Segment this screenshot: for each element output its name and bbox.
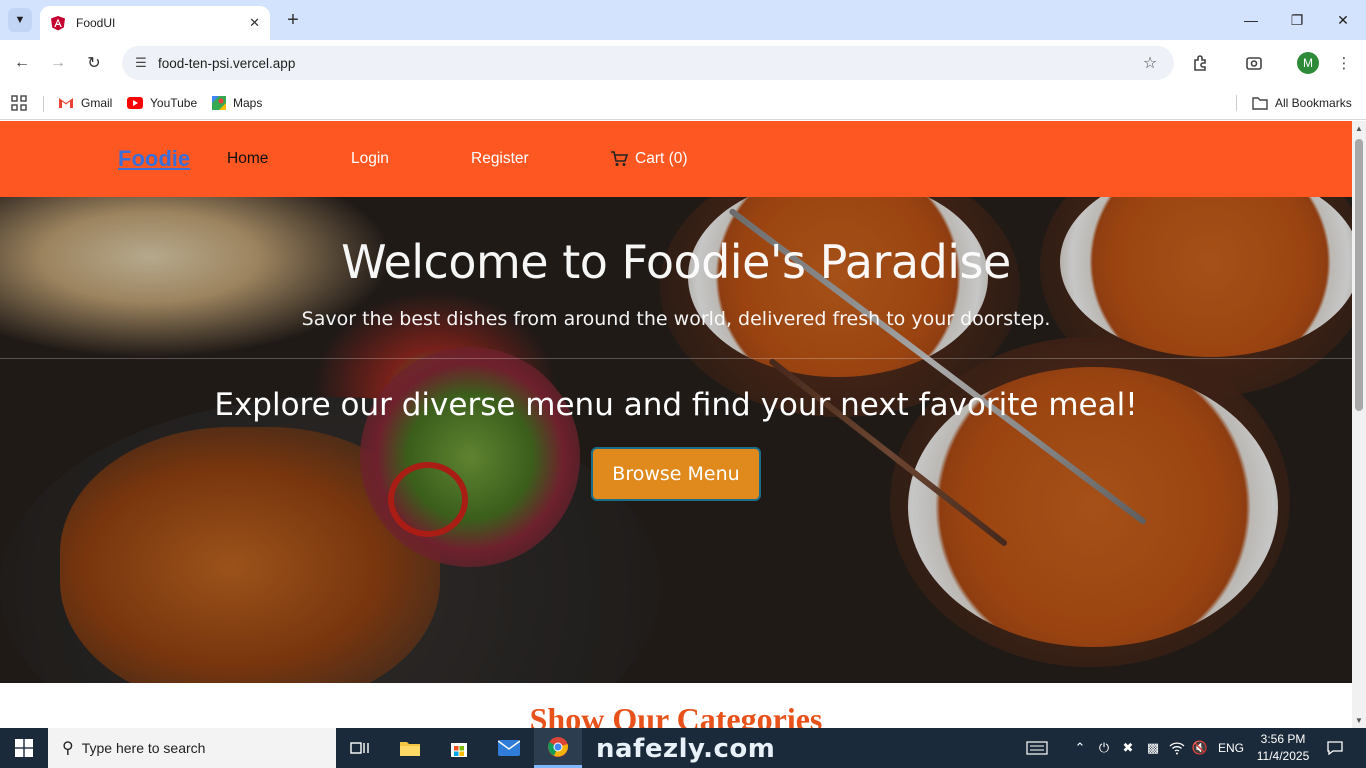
page-viewport: Foodie Home Login Register Cart (0) Welc… — [0, 121, 1352, 728]
address-bar[interactable]: ☰ food-ten-psi.vercel.app ☆ — [122, 46, 1174, 80]
mail-icon[interactable] — [485, 728, 533, 768]
clock-date: 11/4/2025 — [1256, 749, 1310, 763]
bookmark-divider — [1236, 93, 1237, 113]
language-indicator[interactable]: ENG — [1214, 728, 1248, 768]
bookmark-label: Gmail — [81, 96, 113, 110]
hero-divider — [0, 358, 1352, 359]
bookmark-star-icon[interactable]: ☆ — [1138, 53, 1162, 73]
url-text[interactable]: food-ten-psi.vercel.app — [158, 56, 1138, 71]
cart-icon — [610, 151, 628, 167]
nav-home-link[interactable]: Home — [227, 150, 268, 168]
bookmark-youtube[interactable]: YouTube — [127, 93, 197, 113]
chrome-taskbar-icon[interactable] — [534, 728, 582, 768]
all-bookmarks[interactable]: All Bookmarks — [1252, 93, 1352, 113]
page-scrollbar[interactable]: ▲ ▼ — [1352, 121, 1366, 728]
angular-favicon-icon — [51, 16, 65, 31]
input-method-icon[interactable]: ✖ — [1118, 728, 1138, 768]
windows-start-icon[interactable] — [0, 728, 48, 768]
cart-label: Cart (0) — [635, 150, 688, 167]
task-view-icon[interactable] — [336, 728, 384, 768]
hero-subtitle: Savor the best dishes from around the wo… — [301, 308, 1051, 330]
wifi-icon[interactable] — [1166, 728, 1188, 768]
bookmarks-divider — [43, 96, 44, 112]
window-close-icon[interactable]: ✕ — [1320, 0, 1366, 40]
forward-icon[interactable]: → — [46, 51, 70, 75]
all-bookmarks-label: All Bookmarks — [1275, 96, 1352, 110]
hero-title: Welcome to Foodie's Paradise — [341, 235, 1011, 289]
tab-search-icon[interactable]: ▼ — [8, 8, 32, 32]
hero-banner: Welcome to Foodie's Paradise Savor the b… — [0, 197, 1352, 683]
clock-time: 3:56 PM — [1260, 732, 1306, 746]
new-tab-icon[interactable]: + — [282, 8, 304, 32]
taskbar-search-placeholder: Type here to search — [81, 740, 206, 756]
show-hidden-icons-icon[interactable]: ⌃ — [1070, 728, 1090, 768]
notifications-icon[interactable] — [1320, 728, 1350, 768]
youtube-icon — [127, 97, 143, 109]
bookmark-gmail[interactable]: Gmail — [58, 93, 112, 113]
reload-icon[interactable]: ↻ — [82, 51, 106, 75]
browse-menu-button[interactable]: Browse Menu — [591, 447, 761, 501]
file-explorer-icon[interactable] — [386, 728, 434, 768]
microsoft-store-icon[interactable] — [435, 728, 483, 768]
bookmark-label: YouTube — [150, 96, 198, 110]
keyboard-layout-icon[interactable] — [1022, 728, 1052, 768]
extensions-icon[interactable] — [1189, 51, 1213, 75]
scrollbar-thumb[interactable] — [1355, 139, 1363, 411]
screenshot-icon[interactable] — [1242, 51, 1266, 75]
nav-login-link[interactable]: Login — [351, 150, 389, 168]
gmail-icon — [58, 97, 74, 109]
bookmark-maps[interactable]: Maps — [212, 93, 262, 113]
bookmark-label: Maps — [233, 96, 263, 110]
search-icon: ⚲ — [62, 740, 74, 757]
tab-title: FoodUI — [76, 16, 116, 30]
maps-icon — [212, 96, 226, 110]
profile-avatar[interactable]: M — [1297, 52, 1319, 74]
apps-grid-icon[interactable] — [11, 93, 27, 113]
nav-register-link[interactable]: Register — [471, 150, 529, 168]
browser-tab[interactable]: FoodUI ✕ — [40, 6, 270, 40]
menu-kebab-icon[interactable]: ⋮ — [1332, 51, 1356, 75]
brand-logo-link[interactable]: Foodie — [118, 146, 190, 172]
watermark-text: nafezly.com — [596, 734, 776, 764]
scroll-up-icon[interactable]: ▲ — [1355, 124, 1363, 133]
nav-cart-link[interactable]: Cart (0) — [610, 150, 688, 168]
site-settings-icon[interactable]: ☰ — [132, 55, 150, 71]
minimize-icon[interactable]: — — [1228, 0, 1274, 40]
taskbar-search-input[interactable]: ⚲ Type here to search — [48, 728, 336, 768]
restore-icon[interactable]: ❐ — [1274, 0, 1320, 40]
categories-heading: Show Our Categories — [529, 701, 823, 728]
bookmarks-bar: Gmail YouTube Maps All Bookmarks — [0, 86, 1366, 120]
usb-device-icon[interactable]: ⏻ — [1094, 728, 1114, 768]
tab-close-icon[interactable]: ✕ — [249, 15, 260, 31]
folder-icon — [1252, 96, 1268, 110]
scroll-down-icon[interactable]: ▼ — [1355, 716, 1363, 725]
browser-tab-bar: ▼ FoodUI ✕ + — ❐ ✕ — [0, 0, 1366, 40]
back-icon[interactable]: ← — [10, 51, 34, 75]
site-navbar: Foodie Home Login Register Cart (0) — [0, 121, 1352, 197]
taskbar-clock[interactable]: 3:56 PM 11/4/2025 — [1250, 731, 1316, 765]
hero-explore-text: Explore our diverse menu and find your n… — [214, 387, 1138, 423]
battery-icon[interactable]: ▩ — [1142, 728, 1164, 768]
browser-toolbar: ← → ↻ ☰ food-ten-psi.vercel.app ☆ M ⋮ — [0, 40, 1366, 86]
volume-muted-icon[interactable]: 🔇 — [1189, 728, 1211, 768]
